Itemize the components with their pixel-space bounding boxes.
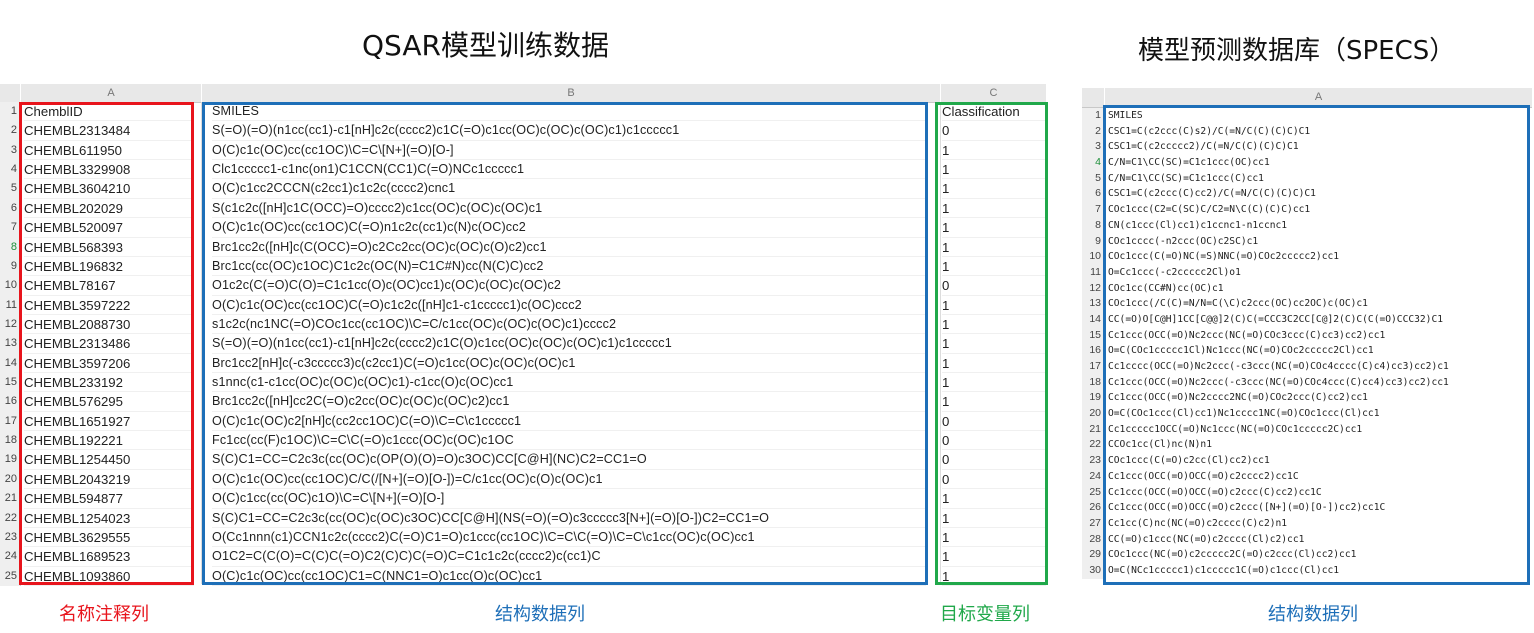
row-number[interactable]: 10 <box>0 276 20 295</box>
row-number[interactable]: 25 <box>1082 485 1104 501</box>
row-number[interactable]: 12 <box>0 315 20 334</box>
row-number[interactable]: 24 <box>1082 469 1104 485</box>
row-number[interactable]: 14 <box>1082 312 1104 328</box>
column-header-c[interactable]: C <box>941 84 1046 103</box>
target-variable-highlight-box <box>935 102 1048 585</box>
row-number[interactable]: 6 <box>0 199 20 218</box>
structure-data-caption: 结构数据列 <box>495 604 585 625</box>
row-number[interactable]: 25 <box>0 567 20 586</box>
row-number[interactable]: 11 <box>1082 265 1104 281</box>
row-number[interactable]: 4 <box>0 160 20 179</box>
row-number[interactable]: 27 <box>1082 516 1104 532</box>
row-number[interactable]: 21 <box>1082 422 1104 438</box>
row-number[interactable]: 4 <box>1082 155 1104 171</box>
row-number-column: 1 2 3 4 5 6 7 8 9 10 11 12 13 14 15 16 17 18 19 20 21 22 23 24 2… <box>1082 108 1105 579</box>
row-number[interactable]: 1 <box>1082 108 1104 124</box>
row-number[interactable]: 3 <box>0 141 20 160</box>
row-number[interactable]: 15 <box>0 373 20 392</box>
row-number[interactable]: 29 <box>1082 547 1104 563</box>
row-number[interactable]: 18 <box>1082 375 1104 391</box>
row-number[interactable]: 9 <box>1082 234 1104 250</box>
corner-header[interactable] <box>0 84 20 103</box>
row-number[interactable]: 22 <box>0 509 20 528</box>
row-number[interactable]: 5 <box>0 179 20 198</box>
row-number[interactable]: 21 <box>0 489 20 508</box>
row-number[interactable]: 18 <box>0 431 20 450</box>
name-annotation-caption: 名称注释列 <box>59 604 149 625</box>
corner-header[interactable] <box>1082 88 1104 108</box>
row-number[interactable]: 19 <box>1082 390 1104 406</box>
row-number[interactable]: 8 <box>1082 218 1104 234</box>
row-number[interactable]: 22 <box>1082 437 1104 453</box>
column-header-b[interactable]: B <box>202 84 940 103</box>
row-number[interactable]: 13 <box>0 334 20 353</box>
row-number[interactable]: 24 <box>0 547 20 566</box>
row-number[interactable]: 6 <box>1082 186 1104 202</box>
name-annotation-highlight-box <box>19 102 194 585</box>
row-number[interactable]: 12 <box>1082 281 1104 297</box>
prediction-structure-highlight-box <box>1103 105 1530 585</box>
row-number[interactable]: 3 <box>1082 139 1104 155</box>
row-number[interactable]: 7 <box>0 218 20 237</box>
prediction-structure-caption: 结构数据列 <box>1268 604 1358 625</box>
prediction-database-title: 模型预测数据库（SPECS） <box>1138 36 1456 66</box>
row-number[interactable]: 11 <box>0 296 20 315</box>
target-variable-caption: 目标变量列 <box>940 604 1030 625</box>
row-number[interactable]: 2 <box>0 121 20 140</box>
row-number[interactable]: 8 <box>0 238 20 257</box>
row-number[interactable]: 10 <box>1082 249 1104 265</box>
row-number-column: 1 2 3 4 5 6 7 8 9 10 11 12 13 14 15 16 17 18 19 20 21 22 23 24 2… <box>0 102 21 586</box>
row-number[interactable]: 1 <box>0 102 20 121</box>
row-number[interactable]: 30 <box>1082 563 1104 579</box>
row-number[interactable]: 2 <box>1082 124 1104 140</box>
row-number[interactable]: 5 <box>1082 171 1104 187</box>
row-number[interactable]: 19 <box>0 450 20 469</box>
structure-data-highlight-box <box>202 102 928 585</box>
row-number[interactable]: 26 <box>1082 500 1104 516</box>
qsar-training-data-title: QSAR模型训练数据 <box>362 29 609 62</box>
row-number[interactable]: 20 <box>0 470 20 489</box>
row-number[interactable]: 23 <box>1082 453 1104 469</box>
column-header-a[interactable]: A <box>21 84 201 103</box>
row-number[interactable]: 23 <box>0 528 20 547</box>
row-number[interactable]: 20 <box>1082 406 1104 422</box>
row-number[interactable]: 16 <box>1082 343 1104 359</box>
row-number[interactable]: 14 <box>0 354 20 373</box>
row-number[interactable]: 17 <box>0 412 20 431</box>
row-number[interactable]: 28 <box>1082 532 1104 548</box>
row-number[interactable]: 9 <box>0 257 20 276</box>
row-number[interactable]: 15 <box>1082 328 1104 344</box>
row-number[interactable]: 7 <box>1082 202 1104 218</box>
row-number[interactable]: 13 <box>1082 296 1104 312</box>
row-number[interactable]: 17 <box>1082 359 1104 375</box>
row-number[interactable]: 16 <box>0 392 20 411</box>
